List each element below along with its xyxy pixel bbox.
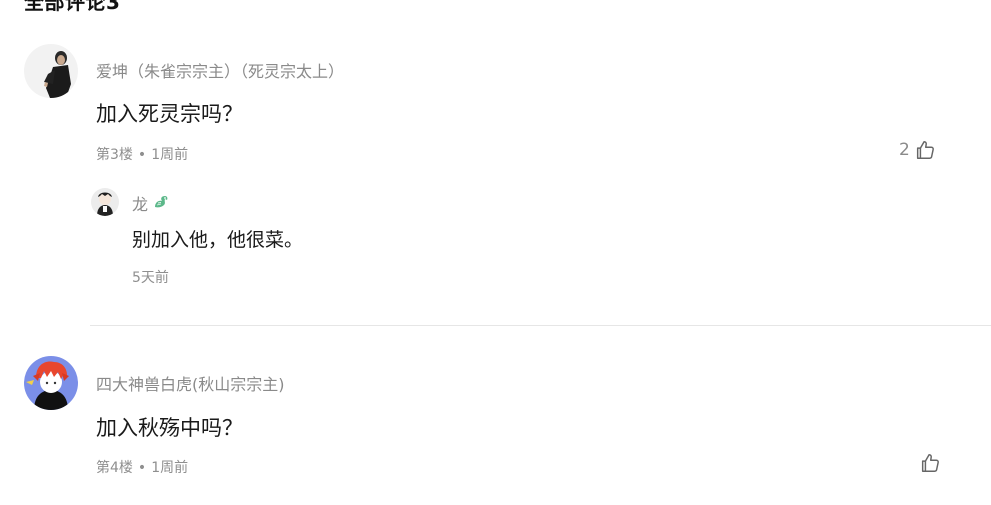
thumbs-up-icon (914, 139, 936, 161)
comment-time: 1周前 (151, 460, 189, 476)
reply-username-row: 龙 (132, 193, 170, 217)
separator-dot: • (137, 147, 147, 163)
avatar-cartoon-icon (91, 188, 119, 216)
reply-username[interactable]: 龙 (132, 194, 148, 216)
like-count: 2 (899, 140, 910, 160)
comment-username[interactable]: 爱坤（朱雀宗宗主）（死灵宗太上） (96, 61, 344, 83)
thumbs-up-icon (919, 452, 941, 474)
comment-content: 加入死灵宗吗？ (96, 102, 243, 126)
comment-time: 1周前 (151, 147, 189, 163)
like-button[interactable] (915, 452, 941, 474)
comments-page: 全部评论3 爱坤（朱雀宗宗主）（死灵宗太上） 加入死灵宗吗？ 第3楼 • 1周前 2 (0, 0, 991, 505)
comment-floor: 第4楼 (96, 460, 133, 476)
comment-content: 加入秋殇中吗？ (96, 416, 243, 440)
comment-meta: 第3楼 • 1周前 (96, 145, 188, 165)
reply-time: 5天前 (132, 270, 169, 286)
like-button[interactable]: 2 (899, 139, 936, 161)
comment-divider (90, 325, 991, 326)
dragon-badge-icon (152, 193, 170, 217)
comment-floor: 第3楼 (96, 147, 133, 163)
avatar[interactable] (24, 44, 78, 98)
reply-avatar[interactable] (91, 188, 119, 216)
separator-dot: • (137, 460, 147, 476)
reply-content: 别加入他，他很菜。 (132, 229, 304, 251)
avatar-anime-icon (24, 356, 78, 410)
avatar-person-icon (24, 44, 78, 98)
comment-meta: 第4楼 • 1周前 (96, 458, 188, 478)
avatar[interactable] (24, 356, 78, 410)
comments-section-title: 全部评论3 (24, 0, 121, 14)
comment-username[interactable]: 四大神兽白虎(秋山宗宗主) (96, 374, 285, 396)
